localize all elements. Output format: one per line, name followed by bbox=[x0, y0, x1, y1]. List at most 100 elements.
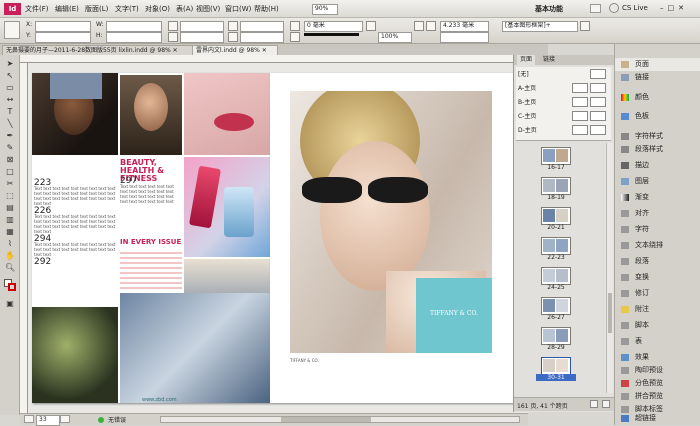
rectangle-frame-tool-icon[interactable]: ⊠ bbox=[5, 155, 15, 164]
cs-live-label[interactable]: CS Live bbox=[622, 4, 648, 12]
panel-hyperlinks[interactable]: 超链接 bbox=[615, 412, 700, 424]
search-icon[interactable] bbox=[590, 4, 601, 13]
new-page-icon[interactable] bbox=[590, 400, 598, 408]
menu-table[interactable]: 表(A) bbox=[176, 4, 193, 14]
object-style-select[interactable]: [基本图形框架]+ bbox=[502, 21, 578, 32]
hand-tool-icon[interactable]: ✋ bbox=[5, 251, 15, 260]
panel-paragraph-styles[interactable]: 段落样式 bbox=[615, 143, 700, 156]
menu-help[interactable]: 帮助(H) bbox=[254, 4, 279, 14]
page-number-field[interactable]: 33 bbox=[36, 415, 60, 426]
spread-thumb-26-27[interactable] bbox=[541, 297, 571, 315]
shear-icon[interactable] bbox=[228, 32, 238, 42]
menu-view[interactable]: 视图(V) bbox=[196, 4, 220, 14]
workspace-switcher[interactable]: 基本功能 bbox=[535, 4, 563, 14]
spread-thumb-20-21[interactable] bbox=[541, 207, 571, 225]
spread-thumb-30-31[interactable] bbox=[541, 357, 571, 375]
stroke-type-line[interactable] bbox=[304, 33, 359, 36]
right-page[interactable]: TIFFANY & CO. TIFFANY & CO. bbox=[270, 73, 516, 403]
menu-edit[interactable]: 编辑(E) bbox=[55, 4, 79, 14]
menu-type[interactable]: 文字(T) bbox=[115, 4, 139, 14]
section-headline[interactable]: BEAUTY, HEALTH & FITNESS bbox=[120, 159, 182, 183]
delete-page-icon[interactable] bbox=[602, 400, 610, 408]
pen-tool-icon[interactable]: ✒ bbox=[5, 131, 15, 140]
menu-file[interactable]: 文件(F) bbox=[25, 4, 49, 14]
effects-icon[interactable] bbox=[414, 21, 424, 31]
y-field[interactable] bbox=[35, 32, 91, 43]
stroke-swatch-icon[interactable] bbox=[8, 283, 16, 291]
note-tool-icon[interactable]: ▦ bbox=[5, 227, 15, 236]
panel-track-changes[interactable]: 修订 bbox=[615, 287, 700, 300]
tab-links[interactable]: 链接 bbox=[540, 55, 558, 65]
master-none[interactable]: [无] bbox=[518, 69, 529, 78]
blue-texture-photo[interactable] bbox=[120, 293, 270, 403]
shadow-icon[interactable] bbox=[426, 21, 436, 31]
panel-paragraph[interactable]: 段落 bbox=[615, 255, 700, 268]
issue-list[interactable] bbox=[120, 249, 182, 289]
rectangle-tool-icon[interactable]: □ bbox=[5, 167, 15, 176]
reference-point-icon[interactable] bbox=[4, 21, 20, 39]
panel-transform[interactable]: 变换 bbox=[615, 271, 700, 284]
text-column-middle[interactable]: 297 Text text text text text text text t… bbox=[120, 177, 182, 235]
master-c[interactable]: C-主页 bbox=[518, 111, 536, 120]
spread-thumb-16-17[interactable] bbox=[541, 147, 571, 165]
panel-print-presets[interactable]: 陶印预设 bbox=[615, 364, 700, 377]
next-page-icon[interactable] bbox=[60, 415, 70, 423]
panel-character[interactable]: 字符 bbox=[615, 223, 700, 236]
opacity-field[interactable]: 100% bbox=[378, 32, 412, 43]
panel-links[interactable]: 链接 bbox=[615, 71, 700, 84]
panel-swatches[interactable]: 色板 bbox=[615, 110, 700, 123]
stroke-swatch-icon[interactable] bbox=[290, 32, 300, 42]
menu-object[interactable]: 对象(O) bbox=[145, 4, 170, 14]
scale-x-field[interactable] bbox=[180, 21, 224, 32]
scissors-tool-icon[interactable]: ✂ bbox=[5, 179, 15, 188]
spread-thumb-18-19[interactable] bbox=[541, 177, 571, 195]
rotate-icon[interactable] bbox=[228, 21, 238, 31]
page-tool-icon[interactable]: ▭ bbox=[5, 83, 15, 92]
scale-x-icon[interactable] bbox=[168, 21, 178, 31]
selection-tool-icon[interactable]: ➤ bbox=[5, 59, 15, 68]
master-d[interactable]: D-主页 bbox=[518, 125, 537, 134]
panel-flattener-preview[interactable]: 拼合预览 bbox=[615, 390, 700, 403]
lips-photo[interactable] bbox=[184, 73, 270, 155]
pasteboard[interactable]: BEAUTY, HEALTH & FITNESS 223 Text text t… bbox=[28, 63, 528, 413]
free-transform-tool-icon[interactable]: ⬚ bbox=[5, 191, 15, 200]
w-field[interactable] bbox=[106, 21, 162, 32]
window-controls[interactable]: –□✕ bbox=[660, 4, 688, 12]
panel-scripts[interactable]: 脚本 bbox=[615, 319, 700, 332]
model-photo-1[interactable] bbox=[32, 73, 118, 155]
line-tool-icon[interactable]: ╲ bbox=[5, 119, 15, 128]
shear-field[interactable] bbox=[240, 32, 284, 43]
scale-y-field[interactable] bbox=[180, 32, 224, 43]
pages-scrollbar[interactable] bbox=[606, 143, 613, 393]
cs-live-icon[interactable] bbox=[609, 3, 619, 13]
pencil-tool-icon[interactable]: ✎ bbox=[5, 143, 15, 152]
panel-notes[interactable]: 附注 bbox=[615, 303, 700, 316]
stroke-weight-field[interactable]: 0 毫米 bbox=[304, 21, 363, 32]
panel-effects[interactable]: 效果 bbox=[615, 351, 700, 364]
gradient-feather-tool-icon[interactable]: ▥ bbox=[5, 215, 15, 224]
offset-field[interactable]: 4.233 毫米 bbox=[440, 21, 489, 32]
model-photo-2[interactable] bbox=[120, 75, 182, 155]
master-a[interactable]: A-主页 bbox=[518, 83, 536, 92]
zoom-tool-icon[interactable]: 🔍︎ bbox=[5, 263, 15, 272]
panel-color[interactable]: 颜色 bbox=[615, 91, 700, 104]
first-page-icon[interactable] bbox=[24, 415, 34, 423]
spread-thumb-22-23[interactable] bbox=[541, 237, 571, 255]
rotate-field[interactable] bbox=[240, 21, 284, 32]
offset-field-2[interactable] bbox=[440, 32, 489, 43]
panel-stroke[interactable]: 描边 bbox=[615, 159, 700, 172]
type-tool-icon[interactable]: T bbox=[5, 107, 15, 116]
panel-gradient[interactable]: 渐变 bbox=[615, 191, 700, 204]
panel-pages[interactable]: 页面 bbox=[615, 58, 700, 71]
opacity-icon[interactable] bbox=[366, 21, 376, 31]
left-page[interactable]: BEAUTY, HEALTH & FITNESS 223 Text text t… bbox=[32, 73, 270, 403]
fill-swatch-icon[interactable] bbox=[290, 21, 300, 31]
horizontal-ruler[interactable] bbox=[20, 55, 528, 63]
panel-align[interactable]: 对齐 bbox=[615, 207, 700, 220]
gradient-tool-icon[interactable]: ▤ bbox=[5, 203, 15, 212]
spread-thumb-28-29[interactable] bbox=[541, 327, 571, 345]
horizontal-scrollbar[interactable] bbox=[160, 416, 520, 423]
menu-layout[interactable]: 版面(L) bbox=[85, 4, 108, 14]
preflight-status-icon[interactable] bbox=[98, 417, 104, 423]
panel-layers[interactable]: 图层 bbox=[615, 175, 700, 188]
